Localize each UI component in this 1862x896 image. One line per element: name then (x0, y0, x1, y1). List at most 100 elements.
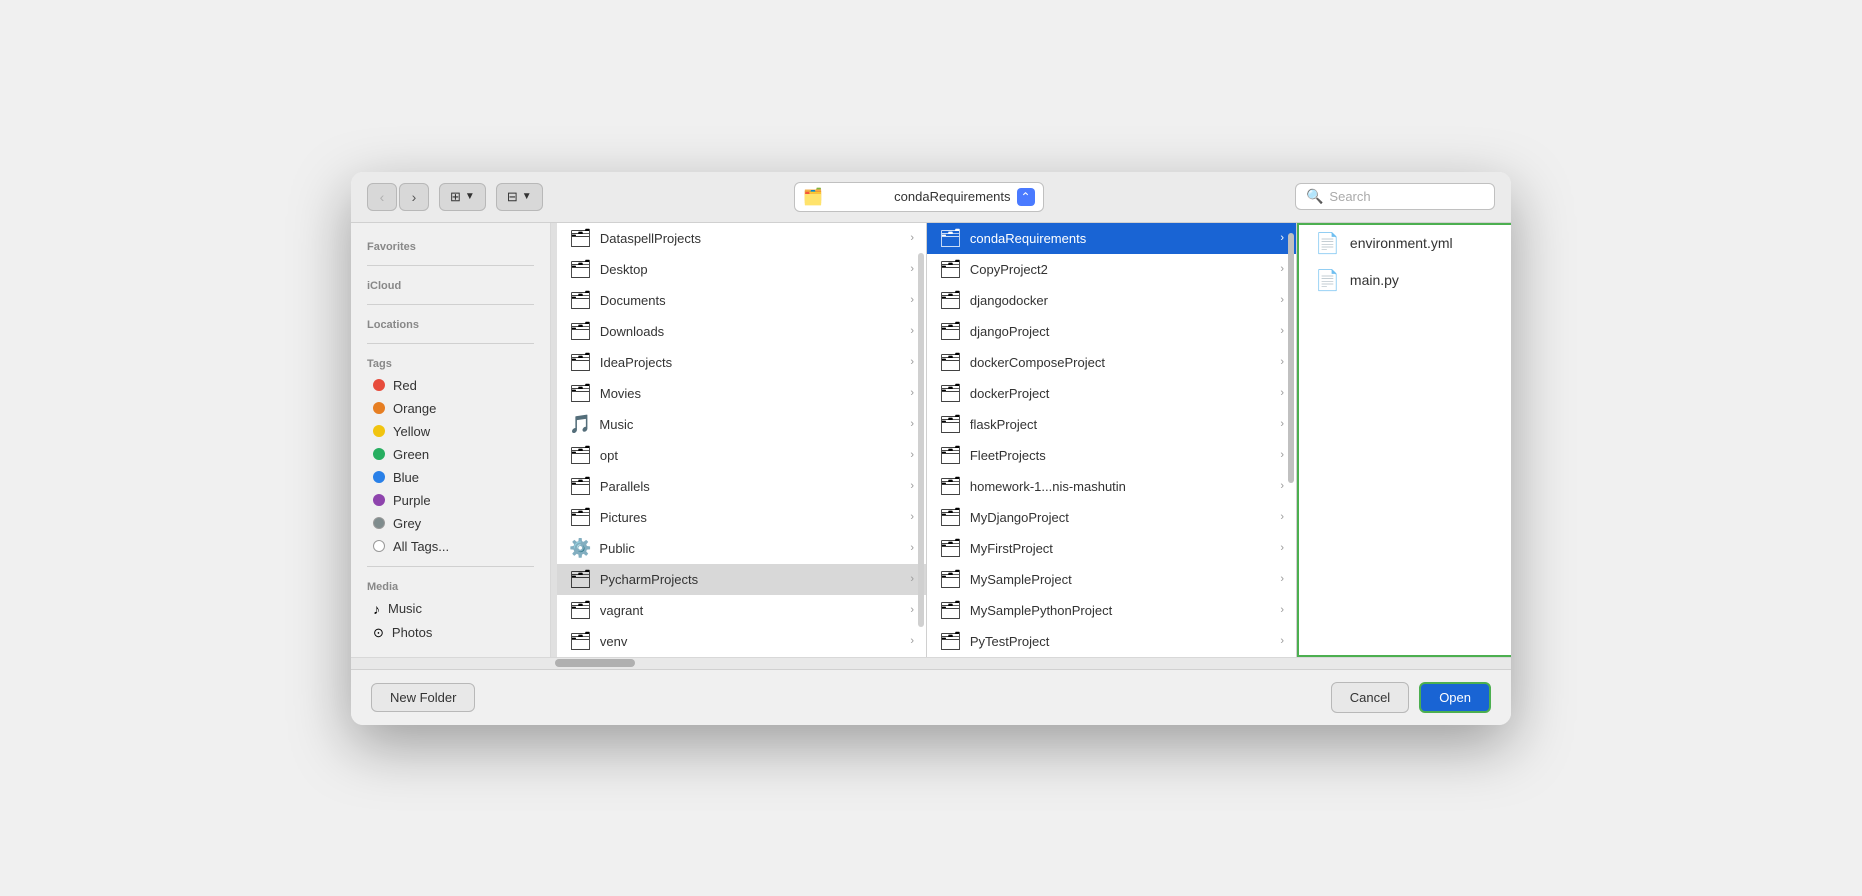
list-item[interactable]: 🗂 CopyProject2 › (927, 254, 1296, 285)
folder-icon: 🗂 (569, 476, 592, 497)
file-name: condaRequirements (970, 231, 1272, 246)
file-name: djangodocker (970, 293, 1272, 308)
file-name: DataspellProjects (600, 231, 902, 246)
folder-icon: 🗂 (569, 569, 592, 590)
list-item[interactable]: 🗂 dockerComposeProject › (927, 347, 1296, 378)
chevron-icon: › (1280, 263, 1284, 275)
list-item[interactable]: 🗂 Parallels › (557, 471, 926, 502)
file-name: flaskProject (970, 417, 1272, 432)
list-item[interactable]: 🗂 dockerProject › (927, 378, 1296, 409)
list-item[interactable]: 🗂 opt › (557, 440, 926, 471)
group-view-button[interactable]: ⊟ ▼ (496, 183, 543, 211)
tag-item-purple[interactable]: Purple (357, 489, 544, 512)
file-name: MySamplePythonProject (970, 603, 1272, 618)
tag-item-blue[interactable]: Blue (357, 466, 544, 489)
chevron-icon: › (910, 604, 914, 616)
group-view-icon: ⊟ (507, 189, 518, 205)
list-item[interactable]: 🗂 flaskProject › (927, 409, 1296, 440)
folder-icon: 🗂 (939, 445, 962, 466)
column-view-icon: ⊞ (450, 189, 461, 205)
chevron-icon: › (910, 573, 914, 585)
file-name: IdeaProjects (600, 355, 902, 370)
list-item[interactable]: 🗂 MySampleProject › (927, 564, 1296, 595)
preview-file-py[interactable]: 📄 main.py (1299, 262, 1511, 299)
back-button[interactable]: ‹ (367, 183, 397, 211)
list-item[interactable]: 🗂 homework-1...nis-mashutin › (927, 471, 1296, 502)
tag-item-grey[interactable]: Grey (357, 512, 544, 535)
chevron-icon: › (1280, 418, 1284, 430)
chevron-icon: › (1280, 449, 1284, 461)
media-label-music: Music (388, 601, 422, 616)
list-item[interactable]: 🗂 IdeaProjects › (557, 347, 926, 378)
forward-button[interactable]: › (399, 183, 429, 211)
file-column-2: 🗂 condaRequirements › 🗂 CopyProject2 › 🗂… (927, 223, 1297, 657)
open-button[interactable]: Open (1419, 682, 1491, 713)
list-item[interactable]: 🗂 MyDjangoProject › (927, 502, 1296, 533)
list-item[interactable]: 🗂 FleetProjects › (927, 440, 1296, 471)
search-input[interactable] (1329, 189, 1484, 204)
list-item[interactable]: 🗂 Desktop › (557, 254, 926, 285)
folder-icon: 🗂 (939, 507, 962, 528)
folder-icon: 🗂 (939, 352, 962, 373)
folder-icon: 🗂 (569, 259, 592, 280)
list-item[interactable]: 🗂 DataspellProjects › (557, 223, 926, 254)
footer: New Folder Cancel Open (351, 669, 1511, 725)
list-item[interactable]: 🗂 condaRequirements › (927, 223, 1296, 254)
list-item[interactable]: 🗂 PyTestProject › (927, 626, 1296, 657)
chevron-icon: › (910, 449, 914, 461)
cancel-button[interactable]: Cancel (1331, 682, 1409, 713)
media-label-photos: Photos (392, 625, 432, 640)
location-chevron-icon: ⌃ (1017, 188, 1035, 206)
tag-dot-all (373, 540, 385, 552)
tag-item-green[interactable]: Green (357, 443, 544, 466)
list-item[interactable]: 🗂 Movies › (557, 378, 926, 409)
folder-icon: 🎵 (569, 414, 591, 435)
file-name: djangoProject (970, 324, 1272, 339)
folder-icon: 🗂 (569, 445, 592, 466)
media-item-music[interactable]: ♪ Music (357, 597, 544, 621)
column2-scrollbar[interactable] (1288, 233, 1294, 483)
footer-left: New Folder (371, 683, 475, 712)
folder-icon: 🗂 (939, 290, 962, 311)
tag-item-orange[interactable]: Orange (357, 397, 544, 420)
folder-icon: 🗂 (939, 414, 962, 435)
preview-file-yml[interactable]: 📄 environment.yml (1299, 225, 1511, 262)
column-view-button[interactable]: ⊞ ▼ (439, 183, 486, 211)
chevron-icon: › (1280, 573, 1284, 585)
chevron-icon: › (910, 387, 914, 399)
list-item[interactable]: ⚙️ Public › (557, 533, 926, 564)
folder-icon: 🗂 (569, 600, 592, 621)
toolbar: ‹ › ⊞ ▼ ⊟ ▼ 🗂️ condaRequirements ⌃ 🔍 (351, 172, 1511, 223)
tag-item-yellow[interactable]: Yellow (357, 420, 544, 443)
search-icon: 🔍 (1306, 188, 1323, 205)
chevron-icon: › (910, 263, 914, 275)
tag-item-all[interactable]: All Tags... (357, 535, 544, 558)
tag-label-purple: Purple (393, 493, 431, 508)
list-item[interactable]: 🗂 djangoProject › (927, 316, 1296, 347)
file-name: venv (600, 634, 902, 649)
list-item[interactable]: 🗂 Pictures › (557, 502, 926, 533)
search-bar: 🔍 (1295, 183, 1495, 210)
media-item-photos[interactable]: ⊙ Photos (357, 621, 544, 645)
location-bar[interactable]: 🗂️ condaRequirements ⌃ (794, 182, 1043, 212)
list-item[interactable]: 🎵 Music › (557, 409, 926, 440)
tag-dot-grey (373, 517, 385, 529)
chevron-icon: › (910, 480, 914, 492)
divider-icloud (367, 265, 534, 266)
list-item[interactable]: 🗂 Documents › (557, 285, 926, 316)
list-item[interactable]: 🗂 PycharmProjects › (557, 564, 926, 595)
list-item[interactable]: 🗂 djangodocker › (927, 285, 1296, 316)
list-item[interactable]: 🗂 Downloads › (557, 316, 926, 347)
py-file-icon: 📄 (1315, 268, 1340, 293)
list-item[interactable]: 🗂 vagrant › (557, 595, 926, 626)
icloud-header: iCloud (351, 274, 550, 296)
column-view-chevron: ▼ (465, 191, 475, 202)
list-item[interactable]: 🗂 MyFirstProject › (927, 533, 1296, 564)
tag-item-red[interactable]: Red (357, 374, 544, 397)
horizontal-scrollbar[interactable] (351, 657, 1511, 669)
column1-scrollbar[interactable] (918, 253, 924, 627)
new-folder-button[interactable]: New Folder (371, 683, 475, 712)
file-name: MyFirstProject (970, 541, 1272, 556)
list-item[interactable]: 🗂 MySamplePythonProject › (927, 595, 1296, 626)
list-item[interactable]: 🗂 venv › (557, 626, 926, 657)
